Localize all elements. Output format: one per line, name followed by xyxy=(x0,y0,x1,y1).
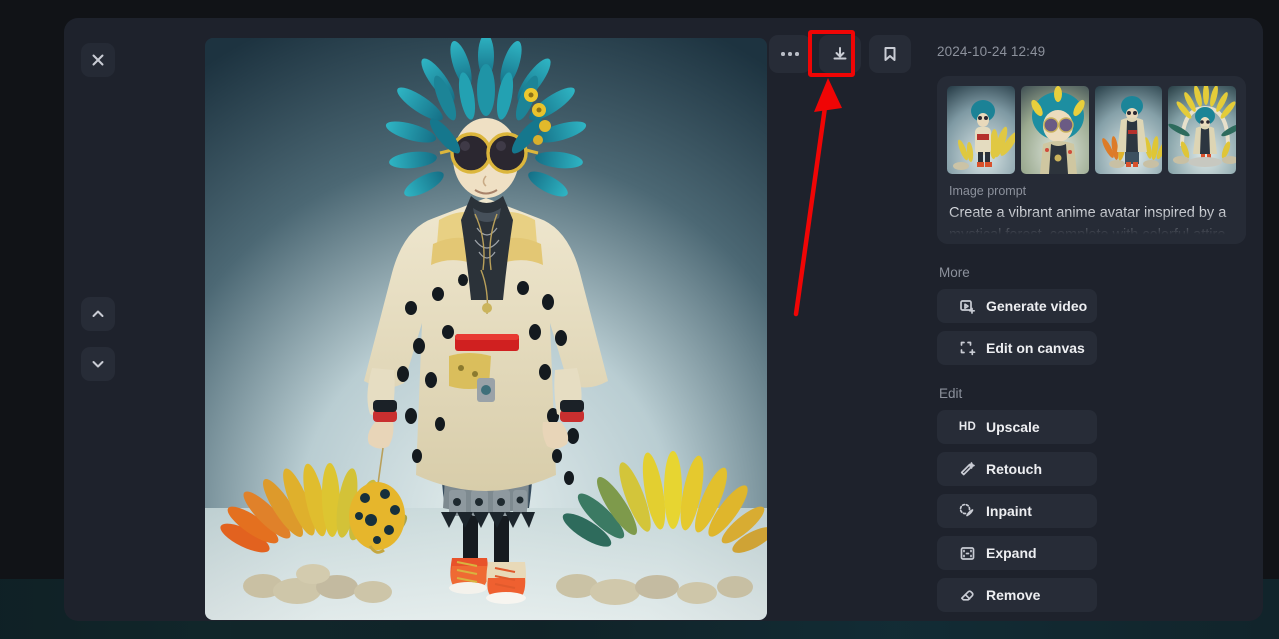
thumbnail-1[interactable] xyxy=(947,86,1015,174)
thumbnail-4[interactable] xyxy=(1168,86,1236,174)
prompt-label: Image prompt xyxy=(949,184,1027,198)
hd-icon: HD xyxy=(958,421,977,433)
download-icon xyxy=(833,47,847,60)
bookmark-icon xyxy=(884,47,896,61)
retouch-button[interactable]: Retouch xyxy=(937,452,1097,486)
more-options-button[interactable] xyxy=(769,35,811,73)
thumbnail-3[interactable] xyxy=(1094,86,1163,174)
upscale-button[interactable]: HD Upscale xyxy=(937,410,1097,444)
edit-on-canvas-button[interactable]: Edit on canvas xyxy=(937,331,1097,365)
remove-button[interactable]: Remove xyxy=(937,578,1097,612)
edit-on-canvas-icon xyxy=(959,340,976,357)
generation-timestamp: 2024-10-24 12:49 xyxy=(937,44,1046,59)
inpaint-label: Inpaint xyxy=(986,503,1032,519)
image-actions-toolbar xyxy=(769,35,911,73)
image-stage xyxy=(64,18,919,621)
inpaint-button[interactable]: Inpaint xyxy=(937,494,1097,528)
thumbnail-2[interactable] xyxy=(1020,86,1089,174)
retouch-icon xyxy=(959,461,976,478)
thumb-art-4 xyxy=(1168,86,1236,174)
section-title-more: More xyxy=(939,265,970,280)
prompt-fade-overlay xyxy=(937,210,1246,244)
download-button[interactable] xyxy=(819,35,861,73)
remove-label: Remove xyxy=(986,587,1041,603)
upscale-label: Upscale xyxy=(986,419,1040,435)
thumb-art-3 xyxy=(1094,86,1163,174)
edit-actions-group: HD Upscale Retouch Inpaint Expand Remove xyxy=(937,410,1246,612)
section-title-edit: Edit xyxy=(939,386,963,401)
generate-video-button[interactable]: Generate video xyxy=(937,289,1097,323)
app-window: 2024-10-24 12:49 Image prompt More Gener… xyxy=(64,18,1263,621)
prompt-card[interactable]: Image prompt Create a vibrant anime avat… xyxy=(937,76,1246,244)
thumb-art-2 xyxy=(1020,86,1089,174)
remove-icon xyxy=(959,587,976,604)
reference-thumbnails xyxy=(937,76,1246,174)
more-actions-group: Generate video Edit on canvas xyxy=(937,289,1246,365)
inpaint-icon xyxy=(959,503,976,520)
details-sidebar: 2024-10-24 12:49 Image prompt More Gener… xyxy=(919,18,1263,621)
retouch-label: Retouch xyxy=(986,461,1042,477)
main-image-frame[interactable] xyxy=(205,38,767,620)
expand-label: Expand xyxy=(986,545,1037,561)
generate-video-icon xyxy=(959,298,976,315)
generated-artwork xyxy=(205,38,767,620)
ellipsis-icon xyxy=(781,52,799,56)
edit-on-canvas-label: Edit on canvas xyxy=(986,340,1085,356)
expand-button[interactable]: Expand xyxy=(937,536,1097,570)
thumb-art-1 xyxy=(947,86,1015,174)
bookmark-button[interactable] xyxy=(869,35,911,73)
generate-video-label: Generate video xyxy=(986,298,1088,314)
expand-icon xyxy=(959,545,976,562)
